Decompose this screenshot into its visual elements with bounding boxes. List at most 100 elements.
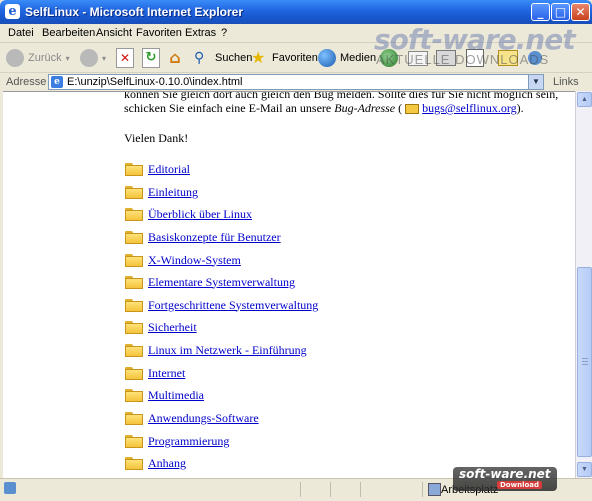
address-input[interactable]: e E:\unzip\SelfLinux-0.10.0\index.html ▼ [48, 74, 544, 90]
page-status-icon [4, 482, 16, 494]
toc-item[interactable]: Basiskonzepte für Benutzer [125, 229, 281, 245]
paren-close: ). [516, 101, 524, 115]
status-divider [300, 482, 301, 497]
address-bar: Adresse e E:\unzip\SelfLinux-0.10.0\inde… [0, 73, 592, 91]
search-label: Suchen [215, 52, 253, 64]
folder-icon [125, 456, 143, 470]
home-icon: ⌂ [169, 48, 181, 67]
folder-icon [125, 388, 143, 402]
address-url: E:\unzip\SelfLinux-0.10.0\index.html [67, 76, 243, 88]
ie-icon: e [5, 4, 20, 19]
folder-icon [125, 320, 143, 334]
menu-help[interactable]: ? [221, 27, 227, 39]
toc-item[interactable]: Fortgeschrittene Systemverwaltung [125, 297, 318, 313]
menu-bearbeiten[interactable]: Bearbeiten [42, 27, 95, 39]
page-content: können Sie gleich dort auch gleich den B… [3, 91, 575, 478]
back-arrow-icon [6, 49, 24, 67]
folder-icon [125, 275, 143, 289]
intro-line-2: schicken Sie einfach eine E-Mail an unse… [124, 101, 524, 116]
page-icon: e [51, 76, 63, 88]
toc-item[interactable]: Editorial [125, 161, 190, 177]
media-label: Medien [340, 52, 377, 64]
star-icon: ★ [251, 48, 266, 67]
forward-button[interactable]: ▾ [80, 46, 106, 70]
media-globe-icon [318, 49, 336, 67]
mail-icon [405, 104, 420, 115]
watermark-tagline: AKTUELLE DOWNLOADS [376, 52, 550, 67]
maximize-button[interactable]: □ [551, 3, 570, 21]
minimize-button[interactable]: _ [531, 3, 550, 21]
folder-icon [125, 207, 143, 221]
scroll-up-button[interactable]: ▲ [577, 92, 592, 107]
email-link[interactable]: bugs@selflinux.org [422, 101, 517, 115]
toc-link-fortgeschrittene[interactable]: Fortgeschrittene Systemverwaltung [148, 298, 318, 313]
stop-icon: ✕ [116, 48, 134, 68]
toc-link-ueberblick[interactable]: Überblick über Linux [148, 207, 252, 222]
refresh-icon: ↻ [142, 48, 160, 68]
folder-icon [125, 411, 143, 425]
folder-icon [125, 253, 143, 267]
refresh-button[interactable]: ↻ [142, 46, 160, 70]
watermark-badge-brand: soft-ware.net [459, 467, 551, 481]
forward-arrow-icon [80, 49, 98, 67]
folder-icon [125, 162, 143, 176]
toc-link-einleitung[interactable]: Einleitung [148, 185, 198, 200]
folder-icon [125, 230, 143, 244]
toc-item[interactable]: Überblick über Linux [125, 206, 252, 222]
menu-datei[interactable]: Datei [8, 27, 34, 39]
menu-favoriten[interactable]: Favoriten [136, 27, 182, 39]
watermark-badge-label: Download [497, 481, 543, 489]
media-button[interactable]: Medien [318, 46, 376, 70]
favorites-button[interactable]: ★ Favoriten [251, 46, 318, 70]
toc-link-basiskonzepte[interactable]: Basiskonzepte für Benutzer [148, 230, 281, 245]
scroll-thumb[interactable] [577, 267, 592, 457]
back-button[interactable]: Zurück ▾ [6, 46, 70, 70]
watermark-badge: soft-ware.net Download [453, 467, 557, 491]
toc-link-elementare[interactable]: Elementare Systemverwaltung [148, 275, 295, 290]
toc-link-programmierung[interactable]: Programmierung [148, 434, 229, 449]
status-divider [360, 482, 361, 497]
toc-item[interactable]: Programmierung [125, 433, 229, 449]
links-button[interactable]: Links [553, 76, 579, 88]
search-icon: ⚲ [194, 50, 205, 66]
home-button[interactable]: ⌂ [166, 46, 184, 70]
toc-item[interactable]: X-Window-System [125, 252, 241, 268]
menu-extras[interactable]: Extras [185, 27, 216, 39]
folder-icon [125, 343, 143, 357]
toc-link-netzwerk[interactable]: Linux im Netzwerk - Einführung [148, 343, 307, 358]
toc-item[interactable]: Einleitung [125, 184, 198, 200]
toc-link-internet[interactable]: Internet [148, 366, 185, 381]
toc-item[interactable]: Multimedia [125, 387, 204, 403]
toc-item[interactable]: Sicherheit [125, 319, 197, 335]
stop-button[interactable]: ✕ [116, 46, 134, 70]
toc-link-anhang[interactable]: Anhang [148, 456, 186, 471]
close-button[interactable]: ✕ [571, 3, 590, 21]
intro-text: schicken Sie einfach eine E-Mail an unse… [124, 101, 335, 115]
toc-link-sicherheit[interactable]: Sicherheit [148, 320, 197, 335]
toc-item[interactable]: Elementare Systemverwaltung [125, 274, 295, 290]
toc-item[interactable]: Anhang [125, 455, 186, 471]
toc-link-multimedia[interactable]: Multimedia [148, 388, 204, 403]
vertical-scrollbar[interactable]: ▲ ▼ [575, 91, 592, 478]
computer-icon [428, 483, 441, 496]
toc-link-editorial[interactable]: Editorial [148, 162, 190, 177]
window-title: SelfLinux - Microsoft Internet Explorer [25, 5, 244, 19]
folder-icon [125, 298, 143, 312]
bug-address-label: Bug-Adresse [334, 101, 396, 115]
toc-item[interactable]: Anwendungs-Software [125, 410, 259, 426]
toc-item[interactable]: Linux im Netzwerk - Einführung [125, 342, 307, 358]
status-divider [422, 482, 423, 497]
folder-icon [125, 434, 143, 448]
status-divider [330, 482, 331, 497]
chevron-down-icon: ▾ [102, 53, 107, 63]
toc-item[interactable]: Internet [125, 365, 185, 381]
chevron-down-icon: ▾ [65, 53, 70, 63]
scroll-down-button[interactable]: ▼ [577, 462, 592, 477]
toc-link-anwendungs-software[interactable]: Anwendungs-Software [148, 411, 259, 426]
search-button[interactable]: ⚲ Suchen [194, 46, 252, 70]
menu-ansicht[interactable]: Ansicht [96, 27, 132, 39]
address-dropdown-icon[interactable]: ▼ [528, 75, 543, 89]
folder-icon [125, 366, 143, 380]
toc-link-x-window[interactable]: X-Window-System [148, 253, 241, 268]
back-label: Zurück [28, 52, 62, 64]
